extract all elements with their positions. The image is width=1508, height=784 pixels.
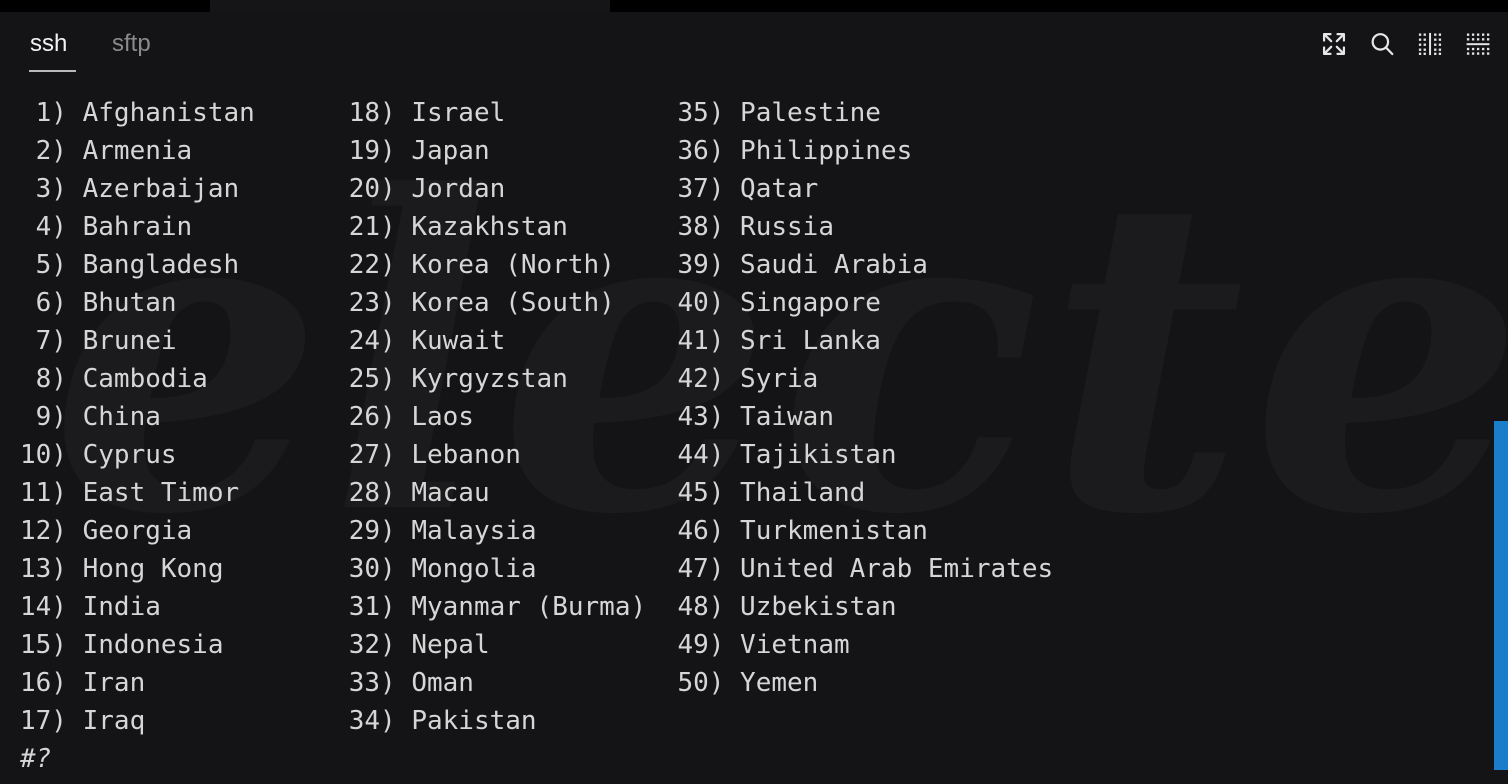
toolbar [1320,30,1492,58]
terminal-line: 10) Cyprus 27) Lebanon 44) Tajikistan [20,440,897,470]
terminal-app-window: electerm ssh sftp [0,0,1508,784]
terminal-line: 1) Afghanistan 18) Israel 35) Palestine [20,98,881,128]
tab-bar: ssh sftp [0,12,1508,74]
terminal-line: 15) Indonesia 32) Nepal 49) Vietnam [20,630,850,660]
terminal-line: 6) Bhutan 23) Korea (South) 40) Singapor… [20,288,881,318]
search-icon[interactable] [1368,30,1396,58]
terminal-line: 13) Hong Kong 30) Mongolia 47) United Ar… [20,554,1054,584]
expand-icon[interactable] [1320,30,1348,58]
terminal-line: 8) Cambodia 25) Kyrgyzstan 42) Syria [20,364,819,394]
terminal-line: 17) Iraq 34) Pakistan [20,706,537,736]
terminal-line: 9) China 26) Laos 43) Taiwan [20,402,834,432]
split-horizontal-icon[interactable] [1464,30,1492,58]
terminal-line: 3) Azerbaijan 20) Jordan 37) Qatar [20,174,819,204]
terminal-lines: 1) Afghanistan 18) Israel 35) Palestine … [20,94,1053,778]
terminal-line: 2) Armenia 19) Japan 36) Philippines [20,136,913,166]
terminal-line: 4) Bahrain 21) Kazakhstan 38) Russia [20,212,834,242]
scrollbar-thumb[interactable] [1494,421,1508,770]
terminal-prompt[interactable]: #? [20,740,1053,778]
terminal-line: 5) Bangladesh 22) Korea (North) 39) Saud… [20,250,928,280]
terminal-line: 7) Brunei 24) Kuwait 41) Sri Lanka [20,326,881,356]
terminal-line: 16) Iran 33) Oman 50) Yemen [20,668,819,698]
tab-ssh-active-underline [29,70,76,72]
tab-sftp[interactable]: sftp [112,30,151,58]
terminal-line: 11) East Timor 28) Macau 45) Thailand [20,478,866,508]
scrollbar-track[interactable] [1494,12,1508,784]
host-window-strip [0,0,1508,12]
host-window-tab-strip [210,0,610,12]
terminal-line: 12) Georgia 29) Malaysia 46) Turkmenista… [20,516,928,546]
terminal-line: 14) India 31) Myanmar (Burma) 48) Uzbeki… [20,592,897,622]
split-vertical-icon[interactable] [1416,30,1444,58]
terminal-pane: electerm ssh sftp [0,12,1508,784]
tab-ssh[interactable]: ssh [30,30,67,58]
terminal-output[interactable]: 1) Afghanistan 18) Israel 35) Palestine … [0,74,1508,784]
